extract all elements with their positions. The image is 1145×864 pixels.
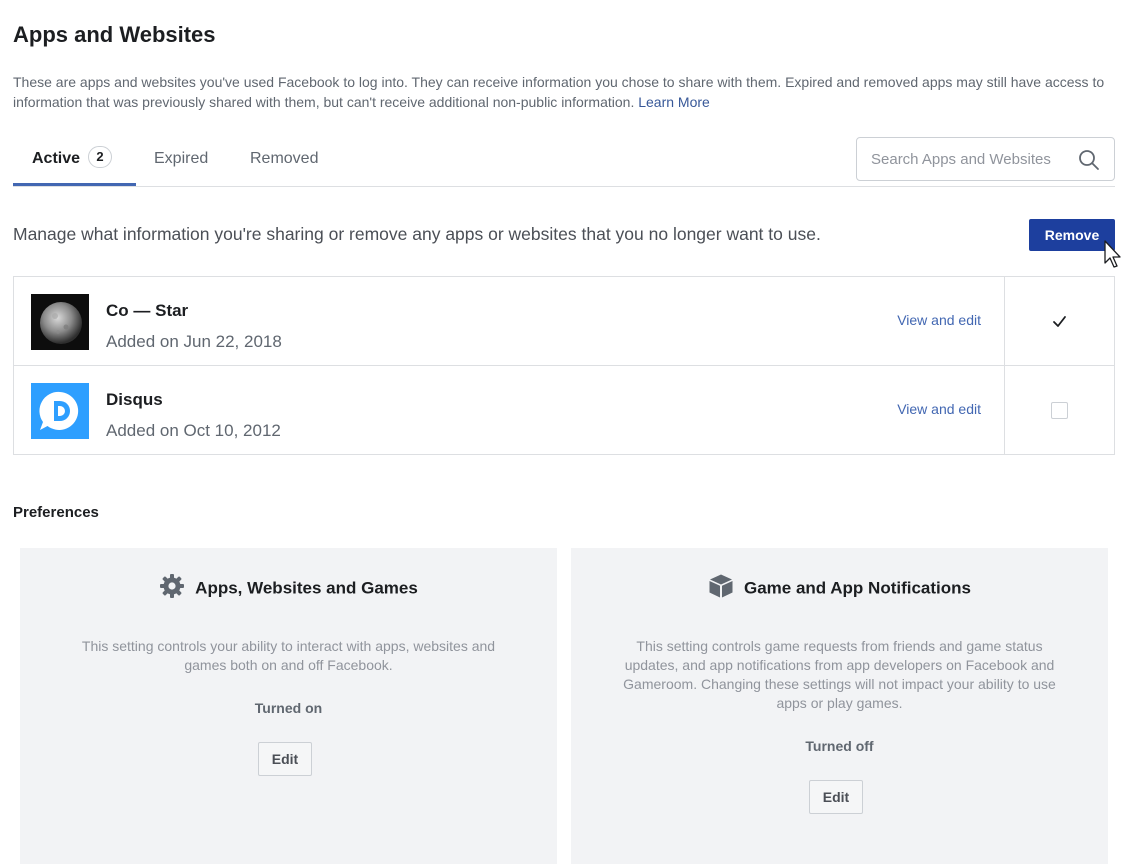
search-input[interactable] xyxy=(871,148,1071,170)
intro-description: These are apps and websites you've used … xyxy=(13,74,1105,110)
card-description: This setting controls your ability to in… xyxy=(81,638,496,673)
app-added-date: Added on Oct 10, 2012 xyxy=(106,421,281,440)
gear-icon xyxy=(160,574,185,598)
app-added-date: Added on Jun 22, 2018 xyxy=(106,332,282,351)
view-and-edit-link[interactable]: View and edit xyxy=(897,401,981,417)
tab-expired[interactable]: Expired xyxy=(154,137,208,186)
edit-button[interactable]: Edit xyxy=(809,780,863,814)
edit-button[interactable]: Edit xyxy=(258,742,312,776)
card-title: Game and App Notifications xyxy=(571,574,1108,602)
card-status: Turned off xyxy=(805,738,874,754)
disqus-logo-icon xyxy=(31,383,89,439)
page-title: Apps and Websites xyxy=(13,22,216,47)
search-box xyxy=(856,137,1115,181)
app-name: Disqus xyxy=(106,390,163,409)
select-app-checkbox[interactable] xyxy=(1051,402,1068,419)
preferences-heading: Preferences xyxy=(13,504,99,521)
learn-more-link[interactable]: Learn More xyxy=(638,94,710,110)
active-count-badge: 2 xyxy=(88,145,113,168)
card-description: This setting controls game requests from… xyxy=(623,638,1056,711)
search-icon[interactable] xyxy=(1078,149,1100,171)
app-name: Co — Star xyxy=(106,301,189,320)
app-row: Disqus Added on Oct 10, 2012 View and ed… xyxy=(14,366,1114,454)
tab-active[interactable]: Active 2 xyxy=(13,137,136,186)
tab-active-label: Active xyxy=(32,150,81,167)
select-column xyxy=(1004,277,1114,365)
card-title-text: Game and App Notifications xyxy=(743,578,971,598)
card-title: Apps, Websites and Games xyxy=(20,574,557,602)
card-status: Turned on xyxy=(254,700,323,716)
view-and-edit-link[interactable]: View and edit xyxy=(897,312,981,328)
manage-instructions: Manage what information you're sharing o… xyxy=(13,224,821,244)
select-column xyxy=(1004,366,1114,454)
tab-removed[interactable]: Removed xyxy=(250,137,318,186)
game-app-notifications-card: Game and App Notifications This setting … xyxy=(571,548,1108,864)
card-title-text: Apps, Websites and Games xyxy=(195,578,418,598)
intro-text: These are apps and websites you've used … xyxy=(13,72,1113,112)
cube-icon xyxy=(709,574,733,598)
moon-icon xyxy=(31,294,89,350)
select-app-checkbox[interactable] xyxy=(1051,313,1068,330)
mouse-pointer-icon xyxy=(1104,240,1121,268)
app-row: Co — Star Added on Jun 22, 2018 View and… xyxy=(14,277,1114,366)
apps-table: Co — Star Added on Jun 22, 2018 View and… xyxy=(13,276,1115,455)
apps-websites-games-card: Apps, Websites and Games This setting co… xyxy=(20,548,557,864)
